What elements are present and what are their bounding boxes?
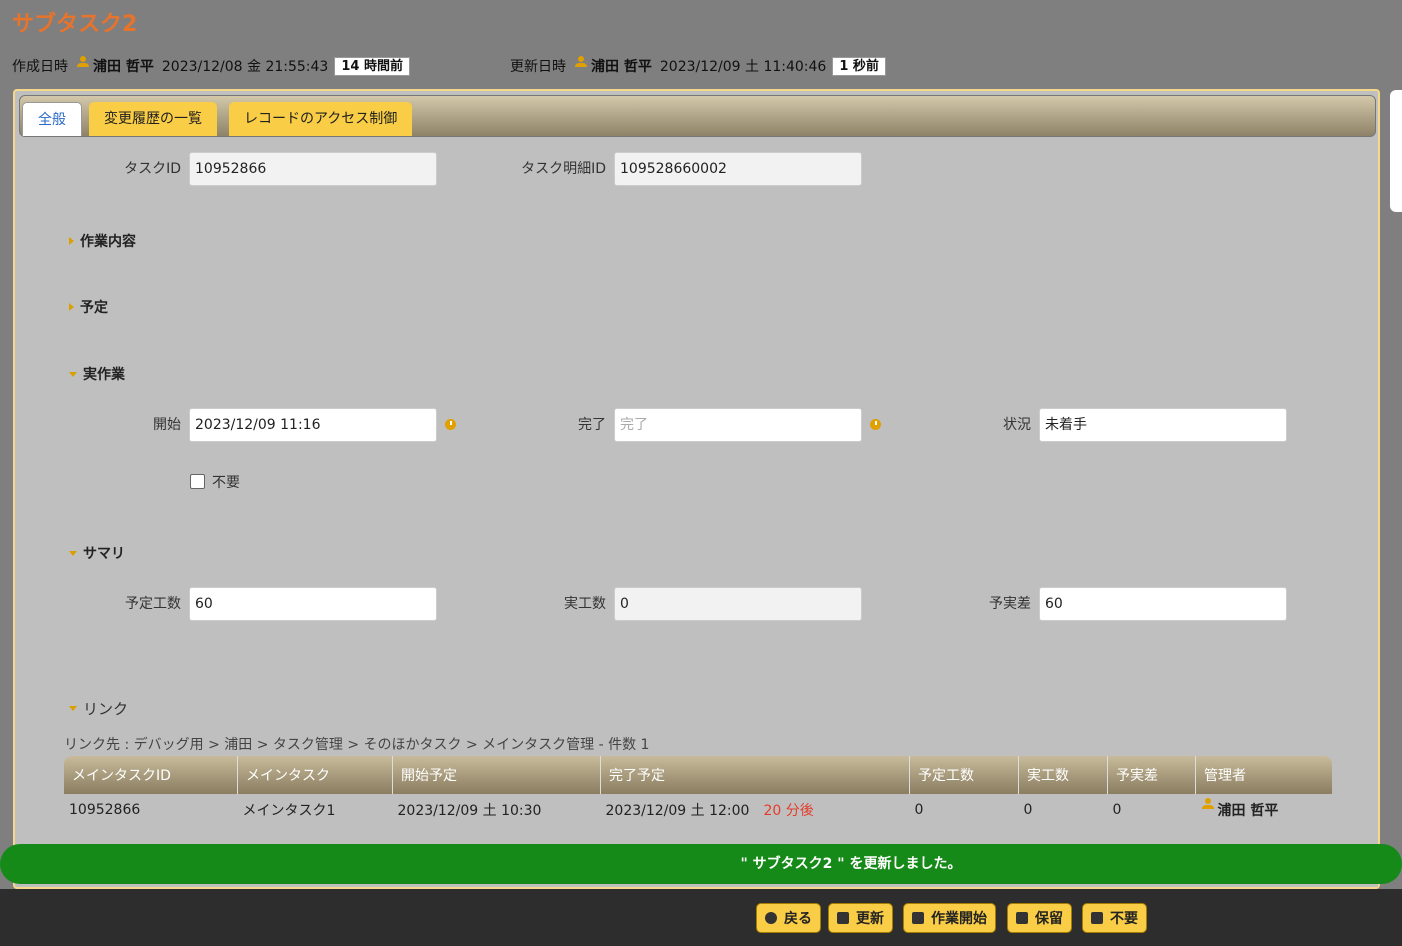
main-panel: 全般 変更履歴の一覧 レコードのアクセス制御 タスクID 10952866 タス… <box>13 89 1380 889</box>
section-work-content[interactable]: 作業内容 <box>69 231 136 251</box>
caret-down-icon <box>69 550 77 556</box>
created-ago-badge: 14 時間前 <box>334 56 410 76</box>
unneeded-label: 不要 <box>212 475 240 491</box>
tab-general[interactable]: 全般 <box>22 102 82 136</box>
status-label: 状況 <box>1003 417 1031 433</box>
start-datetime-input[interactable]: 2023/12/09 11:16 <box>189 408 437 442</box>
user-icon <box>1201 798 1215 812</box>
task-detail-id-label: タスク明細ID <box>521 161 606 177</box>
planned-hours-input[interactable]: 60 <box>189 587 437 621</box>
unneeded-checkbox[interactable] <box>190 474 205 489</box>
updated-info: 更新日時 浦田 哲平 2023/12/09 土 11:40:46 1 秒前 <box>510 56 886 76</box>
cell-actual-hours: 0 <box>1023 802 1033 818</box>
created-label: 作成日時 <box>12 59 68 75</box>
section-actual-work-label: 実作業 <box>83 367 125 383</box>
unneeded-button-label: 不要 <box>1110 911 1138 927</box>
hold-button-label: 保留 <box>1035 911 1063 927</box>
column-header[interactable]: メインタスク <box>237 756 393 794</box>
end-datetime-input[interactable]: 完了 <box>614 408 862 442</box>
task-id-field[interactable]: 10952866 <box>189 152 437 186</box>
cell-manager: 浦田 哲平 <box>1196 794 1333 826</box>
end-plan-date: 2023/12/09 土 12:00 <box>605 803 750 819</box>
clock-icon[interactable] <box>445 419 456 430</box>
footer-toolbar: 戻る 更新 作業開始 保留 不要 <box>0 889 1402 946</box>
created-info: 作成日時 浦田 哲平 2023/12/08 金 21:55:43 14 時間前 <box>12 56 410 76</box>
caret-down-icon <box>69 371 77 377</box>
update-button-label: 更新 <box>856 911 884 927</box>
cell-plan-diff: 0 <box>1112 802 1122 818</box>
section-link[interactable]: リンク <box>69 698 128 719</box>
actual-hours-label: 実工数 <box>564 596 606 612</box>
update-toast: " サブタスク2 " を更新しました。 <box>0 844 1402 884</box>
unneeded-button[interactable]: 不要 <box>1082 903 1147 933</box>
plan-diff-input[interactable]: 60 <box>1039 587 1287 621</box>
tab-history[interactable]: 変更履歴の一覧 <box>89 102 217 136</box>
start-work-button[interactable]: 作業開始 <box>903 903 996 933</box>
hold-button[interactable]: 保留 <box>1007 903 1072 933</box>
task-detail-id-field[interactable]: 109528660002 <box>614 152 862 186</box>
updated-user-name: 浦田 哲平 <box>591 59 652 75</box>
cell-main-task: メインタスク1 <box>242 803 336 819</box>
created-at: 2023/12/08 金 21:55:43 <box>161 59 329 75</box>
section-work-content-label: 作業内容 <box>80 234 136 250</box>
status-field[interactable]: 未着手 <box>1039 408 1287 442</box>
task-id-label: タスクID <box>124 161 181 177</box>
section-plan[interactable]: 予定 <box>69 297 108 317</box>
updated-label: 更新日時 <box>510 59 566 75</box>
cell-start-plan: 2023/12/09 土 10:30 <box>397 803 542 819</box>
save-icon <box>912 912 924 924</box>
tab-bar: 全般 変更履歴の一覧 レコードのアクセス制御 <box>19 95 1376 137</box>
user-icon <box>76 56 90 70</box>
column-header[interactable]: 予実差 <box>1107 756 1196 794</box>
column-header[interactable]: 開始予定 <box>392 756 601 794</box>
created-user-name: 浦田 哲平 <box>93 59 154 75</box>
end-label: 完了 <box>578 417 606 433</box>
section-summary-label: サマリ <box>83 546 125 562</box>
link-breadcrumb: リンク先 : デバッグ用 > 浦田 > タスク管理 > そのほかタスク > メイ… <box>64 737 650 753</box>
manager-name: 浦田 哲平 <box>1217 803 1279 819</box>
created-user[interactable]: 浦田 哲平 <box>76 56 154 76</box>
caret-right-icon <box>69 303 74 311</box>
table-header-row: メインタスクID メインタスク 開始予定 完了予定 予定工数 実工数 予実差 管… <box>64 756 1332 794</box>
clock-icon[interactable] <box>870 419 881 430</box>
cell-planned-hours: 0 <box>914 802 924 818</box>
column-header[interactable]: メインタスクID <box>64 756 238 794</box>
tab-access-control[interactable]: レコードのアクセス制御 <box>229 102 413 136</box>
section-actual-work[interactable]: 実作業 <box>69 364 125 384</box>
column-header[interactable]: 予定工数 <box>909 756 1019 794</box>
section-link-label: リンク <box>83 700 129 718</box>
column-header[interactable]: 完了予定 <box>600 756 910 794</box>
column-header[interactable]: 管理者 <box>1195 756 1332 794</box>
caret-right-icon <box>69 237 74 245</box>
start-label: 開始 <box>153 417 181 433</box>
column-header[interactable]: 実工数 <box>1018 756 1108 794</box>
cell-main-task-id: 10952866 <box>69 802 141 818</box>
back-button-label: 戻る <box>784 911 812 927</box>
back-arrow-icon <box>765 912 777 924</box>
update-button[interactable]: 更新 <box>828 903 893 933</box>
section-summary[interactable]: サマリ <box>69 543 125 563</box>
relative-time: 20 分後 <box>763 803 814 819</box>
save-icon <box>837 912 849 924</box>
updated-at: 2023/12/09 土 11:40:46 <box>659 59 827 75</box>
side-panel-handle[interactable] <box>1390 90 1402 212</box>
caret-down-icon <box>69 706 77 711</box>
updated-user[interactable]: 浦田 哲平 <box>574 56 652 76</box>
planned-hours-label: 予定工数 <box>125 596 181 612</box>
actual-hours-field[interactable]: 0 <box>614 587 862 621</box>
start-work-button-label: 作業開始 <box>931 911 987 927</box>
table-row[interactable]: 10952866 メインタスク1 2023/12/09 土 10:30 2023… <box>64 794 1332 826</box>
plan-diff-label: 予実差 <box>989 596 1031 612</box>
save-icon <box>1016 912 1028 924</box>
back-button[interactable]: 戻る <box>756 903 821 933</box>
cell-end-plan: 2023/12/09 土 12:00 20 分後 <box>601 794 910 826</box>
save-icon <box>1091 912 1103 924</box>
updated-ago-badge: 1 秒前 <box>832 56 886 76</box>
user-icon <box>574 56 588 70</box>
link-table: メインタスクID メインタスク 開始予定 完了予定 予定工数 実工数 予実差 管… <box>64 756 1332 826</box>
section-plan-label: 予定 <box>80 300 108 316</box>
page-title: サブタスク2 <box>12 12 138 37</box>
